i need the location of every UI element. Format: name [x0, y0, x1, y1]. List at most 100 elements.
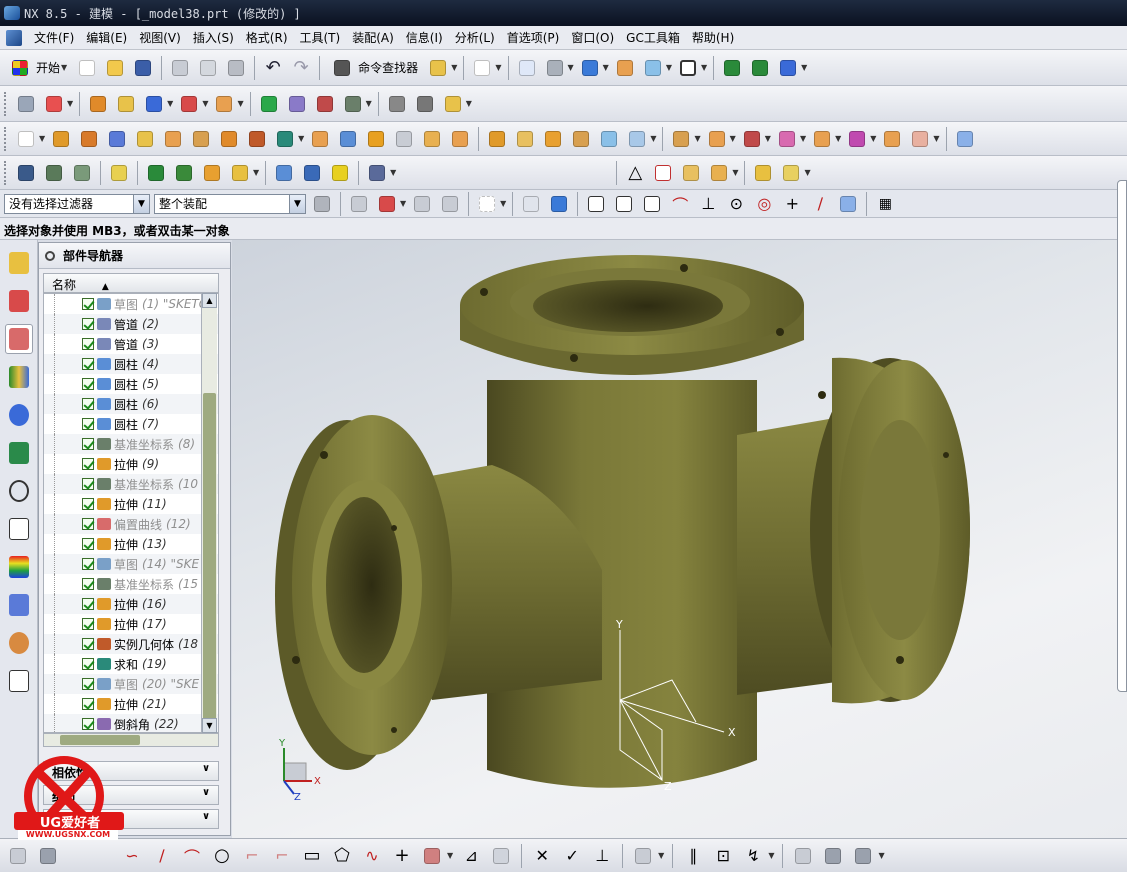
pin-icon[interactable] — [45, 250, 55, 261]
cylinder-icon[interactable] — [272, 161, 296, 185]
thread-icon[interactable] — [365, 161, 389, 185]
move-to-layer-icon[interactable] — [641, 56, 665, 80]
document-tab[interactable] — [5, 666, 33, 696]
edge-blend-icon[interactable] — [364, 127, 388, 151]
finish-sketch-icon[interactable] — [6, 844, 30, 868]
check-geometry-icon[interactable] — [257, 92, 281, 116]
section-view-icon[interactable] — [441, 92, 465, 116]
history-tab[interactable] — [5, 438, 33, 468]
visibility-checkbox[interactable] — [82, 538, 94, 550]
curve-analysis-icon[interactable] — [385, 92, 409, 116]
geometric-constraint-icon[interactable]: ∥ — [681, 844, 705, 868]
menu-information[interactable]: 信息(I) — [400, 29, 449, 46]
snap-endpoint-icon[interactable] — [584, 192, 608, 216]
ruled-icon[interactable] — [625, 127, 649, 151]
feature-tree-row[interactable]: 草图 (20) "SKE — [44, 674, 218, 694]
unite-icon[interactable] — [273, 127, 297, 151]
scroll-thumb[interactable] — [60, 735, 140, 745]
spring-icon[interactable] — [300, 161, 324, 185]
offset-curve-icon[interactable] — [420, 844, 444, 868]
reattach-icon[interactable] — [851, 844, 875, 868]
snap-curve-icon[interactable]: ∕ — [808, 192, 832, 216]
column-header-name[interactable]: 名称 ▲ — [43, 273, 219, 293]
table-icon[interactable] — [651, 161, 675, 185]
pattern-icon[interactable] — [217, 127, 241, 151]
sync-delete-icon[interactable] — [740, 127, 764, 151]
coil-icon[interactable] — [328, 161, 352, 185]
redo-icon[interactable]: ↷ — [289, 56, 313, 80]
note-icon[interactable] — [107, 161, 131, 185]
visibility-checkbox[interactable] — [82, 578, 94, 590]
sweep-icon[interactable] — [569, 127, 593, 151]
new-file-icon[interactable] — [75, 56, 99, 80]
layer-stack-icon[interactable] — [42, 161, 66, 185]
feature-tree-row[interactable]: 拉伸 (17) — [44, 614, 218, 634]
select-face-rule-icon[interactable] — [410, 192, 434, 216]
triangle-icon[interactable]: △ — [623, 161, 647, 185]
feature-tree-row[interactable]: 草图 (14) "SKE — [44, 554, 218, 574]
make-corner-icon[interactable]: ⊥ — [590, 844, 614, 868]
sketch-name-icon[interactable] — [36, 844, 60, 868]
revolve-icon[interactable] — [77, 127, 101, 151]
assembly-navigator-tab[interactable] — [5, 248, 33, 278]
show-constraints-icon[interactable]: ⊡ — [711, 844, 735, 868]
wcs-dynamics-icon[interactable] — [720, 56, 744, 80]
copy-icon[interactable] — [196, 56, 220, 80]
grid-edit-icon[interactable] — [679, 161, 703, 185]
block-icon[interactable] — [105, 127, 129, 151]
right-dialog-panel[interactable] — [1117, 180, 1127, 692]
spreadsheet-icon[interactable] — [313, 92, 337, 116]
scale-body-icon[interactable] — [541, 127, 565, 151]
scroll-thumb[interactable] — [203, 393, 216, 723]
visibility-checkbox[interactable] — [82, 518, 94, 530]
feature-tree-row[interactable]: 管道 (2) — [44, 314, 218, 334]
feature-tree-row[interactable]: 拉伸 (9) — [44, 454, 218, 474]
reorder-icon[interactable] — [200, 161, 224, 185]
quick-extend-icon[interactable]: ✓ — [560, 844, 584, 868]
graphics-window[interactable]: Y X Z Y X Z — [232, 240, 1127, 840]
part-navigator-tab[interactable] — [5, 324, 33, 354]
feature-tree-row[interactable]: 偏置曲线 (12) — [44, 514, 218, 534]
point-set-icon[interactable] — [14, 161, 38, 185]
feature-tree-row[interactable]: 管道 (3) — [44, 334, 218, 354]
menu-gc-toolkit[interactable]: GC工具箱 — [620, 29, 686, 46]
hole-icon[interactable] — [133, 127, 157, 151]
sync-cross-section-icon[interactable] — [908, 127, 932, 151]
surface-icon[interactable] — [953, 127, 977, 151]
select-type-icon[interactable] — [375, 192, 399, 216]
visual-scenes-tab[interactable] — [5, 552, 33, 582]
cluster-icon[interactable] — [707, 161, 731, 185]
web-browser-tab[interactable] — [5, 400, 33, 430]
quick-trim-icon[interactable]: ✕ — [530, 844, 554, 868]
instance-icon[interactable] — [245, 127, 269, 151]
through-curves-icon[interactable] — [597, 127, 621, 151]
info-icon[interactable] — [470, 56, 494, 80]
feature-tree-row[interactable]: 倒斜角 (22) — [44, 714, 218, 732]
menu-preferences[interactable]: 首选项(P) — [501, 29, 566, 46]
pipe-cross-model[interactable]: Y X Z Y X Z — [232, 240, 1127, 840]
menu-window[interactable]: 窗口(O) — [565, 29, 620, 46]
fit-view-icon[interactable] — [515, 56, 539, 80]
pattern-curve-icon[interactable]: ⊿ — [459, 844, 483, 868]
edit-feature-icon[interactable] — [144, 161, 168, 185]
polygon-icon[interactable]: ⬠ — [330, 844, 354, 868]
split-body-icon[interactable] — [448, 127, 472, 151]
ruler-icon[interactable] — [212, 92, 236, 116]
chamfer-icon[interactable] — [392, 127, 416, 151]
layer-settings-icon[interactable] — [613, 56, 637, 80]
mirror-curve-icon[interactable] — [489, 844, 513, 868]
profile-icon[interactable]: ∽ — [120, 844, 144, 868]
menu-help[interactable]: 帮助(H) — [686, 29, 740, 46]
visibility-checkbox[interactable] — [82, 438, 94, 450]
open-folder-icon[interactable] — [103, 56, 127, 80]
snap-arc-center-icon[interactable]: ⊥ — [696, 192, 720, 216]
sketch-icon[interactable] — [14, 127, 38, 151]
select-body-icon[interactable] — [547, 192, 571, 216]
assembly-add-icon[interactable] — [751, 161, 775, 185]
clock-tab[interactable] — [5, 476, 33, 506]
auto-constraint-icon[interactable]: ↯ — [741, 844, 765, 868]
feature-tree-row[interactable]: 拉伸 (13) — [44, 534, 218, 554]
visibility-checkbox[interactable] — [82, 678, 94, 690]
snap-point-icon[interactable] — [42, 92, 66, 116]
sync-pattern-icon[interactable] — [810, 127, 834, 151]
